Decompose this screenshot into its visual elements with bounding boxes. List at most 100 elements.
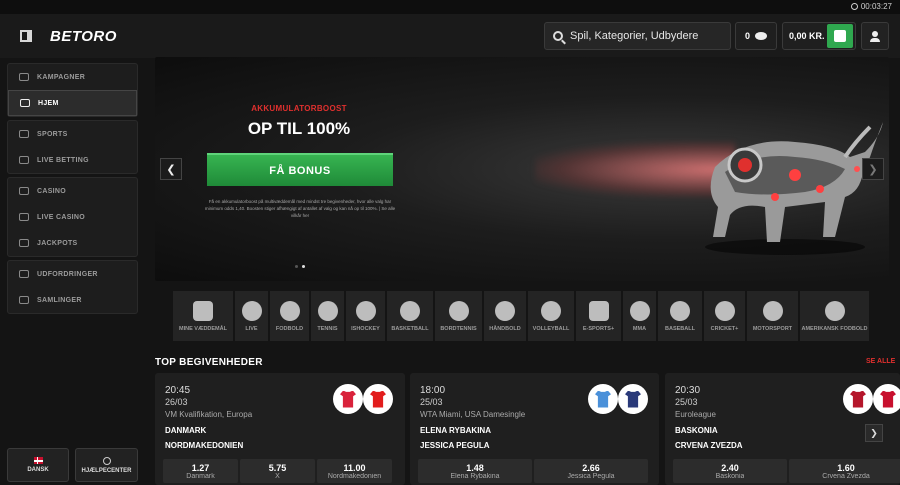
handball-icon [495, 300, 515, 321]
search-input[interactable]: Spil, Kategorier, Udbydere [544, 22, 731, 50]
sport-tab-mma[interactable]: MMA [623, 291, 656, 341]
sport-tab-fodbold[interactable]: FODBOLD [270, 291, 309, 341]
odds-value: 2.40 [721, 462, 739, 473]
sport-tab-cricket-[interactable]: CRICKET+ [704, 291, 745, 341]
odds-label: Baskonia [715, 472, 745, 480]
sidebar-item-label: UDFORDRINGER [37, 270, 98, 278]
sidebar-item-sports[interactable]: SPORTS [8, 121, 137, 147]
promo-kicker: AKKUMULATORBOOST [251, 104, 347, 113]
football-icon [279, 300, 300, 321]
odds-button[interactable]: 1.48 Elena Rybakina [418, 459, 532, 483]
clock-time: 00:03:27 [860, 2, 892, 11]
sport-tab-basketball[interactable]: BASKETBALL [387, 291, 433, 341]
language-button[interactable]: DANSK [7, 448, 69, 482]
clock-icon [850, 3, 858, 10]
odds-value: 1.27 [191, 462, 210, 473]
sport-tab-baseball[interactable]: BASEBALL [658, 291, 702, 341]
challenge-icon [19, 270, 29, 278]
help-icon [102, 456, 111, 465]
slot-icon [19, 187, 29, 195]
help-center-button[interactable]: HJÆLPECENTER [75, 448, 138, 482]
odds-row: 2.40 Baskonia 1.60 Crvena Zvezda [673, 459, 900, 483]
collection-icon [19, 296, 29, 304]
pagination-dot[interactable] [295, 265, 298, 268]
odds-value: 2.66 [582, 462, 600, 473]
sport-tab-ishockey[interactable]: ISHOCKEY [346, 291, 385, 341]
team-kit-icon [363, 384, 393, 414]
header: BETORO Spil, Kategorier, Udbydere 0 0,00… [0, 14, 900, 58]
banner-prev-button[interactable]: ❮ [160, 158, 182, 180]
language-label: DANSK [27, 467, 49, 473]
balance-button[interactable]: 0,00 KR. [782, 22, 856, 50]
sidebar-item-label: SPORTS [37, 130, 68, 138]
sport-tab-motorsport[interactable]: MOTORSPORT [747, 291, 798, 341]
volleyball-icon [541, 300, 561, 321]
logo[interactable]: BETORO [50, 28, 117, 45]
dealer-icon [19, 213, 29, 221]
team-kit-icon [618, 384, 648, 414]
sidebar-item-kampagner[interactable]: KAMPAGNER [8, 64, 137, 90]
odds-label: Danmark [186, 472, 215, 480]
sidebar-item-live-betting[interactable]: LIVE BETTING [8, 147, 137, 173]
sidebar-group: CASINO LIVE CASINO JACKPOTS [7, 177, 138, 257]
odds-button[interactable]: 1.60 Crvena Zvezda [789, 459, 900, 483]
odds-label: Nordmakedonien [327, 472, 382, 480]
event-date: 25/03 [675, 397, 698, 407]
sidebar-item-samlinger[interactable]: SAMLINGER [8, 287, 137, 313]
search-placeholder: Spil, Kategorier, Udbydere [570, 30, 699, 42]
sidebar-item-jackpots[interactable]: JACKPOTS [8, 230, 137, 256]
sidebar-group: KAMPAGNER HJEM [7, 63, 138, 117]
sidebar-item-label: CASINO [37, 187, 67, 195]
sport-tab-label: LIVE [245, 325, 258, 332]
odds-button[interactable]: 5.75 X [240, 459, 315, 483]
menu-toggle-icon[interactable] [20, 30, 32, 42]
event-league: WTA Miami, USA Damesingle [420, 410, 526, 419]
sport-tab-bordtennis[interactable]: BORDTENNIS [435, 291, 482, 341]
sidebar-item-hjem[interactable]: HJEM [8, 90, 137, 116]
ticket-icon [193, 300, 213, 321]
user-icon [870, 30, 880, 42]
deposit-button[interactable] [827, 24, 853, 48]
sidebar-item-udfordringer[interactable]: UDFORDRINGER [8, 261, 137, 287]
odds-value: 5.75 [268, 462, 287, 473]
odds-button[interactable]: 2.40 Baskonia [673, 459, 787, 483]
shirt-icon [340, 390, 356, 408]
sport-tab-label: BORDTENNIS [440, 325, 477, 332]
sport-tab-label: MMA [632, 325, 647, 332]
sidebar-item-live-casino[interactable]: LIVE CASINO [8, 204, 137, 230]
sport-tab-mine-væddemål[interactable]: MINE VÆDDEMÅL [173, 291, 233, 341]
get-bonus-button[interactable]: FÅ BONUS [207, 153, 393, 186]
sport-tab-label: MOTORSPORT [752, 325, 793, 332]
odds-label: X [275, 472, 280, 480]
sidebar-item-casino[interactable]: CASINO [8, 178, 137, 204]
sport-tab-håndbold[interactable]: HÅNDBOLD [484, 291, 526, 341]
tennis-icon [317, 300, 338, 321]
chevron-right-icon: ❯ [868, 163, 878, 176]
odds-button[interactable]: 11.00 Nordmakedonien [317, 459, 392, 483]
promo-banner: AKKUMULATORBOOST OP TIL 100% FÅ BONUS Få… [155, 57, 889, 281]
danish-flag-icon [33, 457, 43, 464]
account-button[interactable] [861, 22, 889, 50]
event-team1: BASKONIA [675, 426, 718, 435]
see-all-link[interactable]: SE ALLE [866, 358, 895, 365]
play-icon [241, 300, 262, 321]
sport-tab-live[interactable]: LIVE [235, 291, 268, 341]
sport-tab-volleyball[interactable]: VOLLEYBALL [528, 291, 574, 341]
sport-tab-label: BASKETBALL [391, 325, 429, 332]
sport-tab-amerikansk-fodbold[interactable]: AMERIKANSK FODBOLD [800, 291, 869, 341]
coins-button[interactable]: 0 [735, 22, 777, 50]
event-card[interactable]: 18:00 25/03 WTA Miami, USA Damesingle ELENA… [410, 373, 659, 485]
pagination-dot-active[interactable] [302, 265, 305, 268]
banner-next-button[interactable]: ❯ [862, 158, 884, 180]
sport-tab-tennis[interactable]: TENNIS [311, 291, 344, 341]
event-time: 20:30 [675, 385, 701, 396]
odds-button[interactable]: 1.27 Danmark [163, 459, 238, 483]
event-card[interactable]: 20:45 26/03 VM Kvalifikation, Europa DANMAR… [155, 373, 405, 485]
helmet-icon [762, 300, 783, 321]
odds-button[interactable]: 2.66 Jessica Pegula [534, 459, 648, 483]
shirt-icon [370, 390, 386, 408]
odds-row: 1.27 Danmark 5.75 X 11.00 Nordmakedonien [163, 459, 392, 483]
team-kit-icon [843, 384, 873, 414]
events-next-button[interactable]: ❯ [865, 424, 883, 442]
sport-tab-e-sports-[interactable]: E-SPORTS+ [576, 291, 621, 341]
